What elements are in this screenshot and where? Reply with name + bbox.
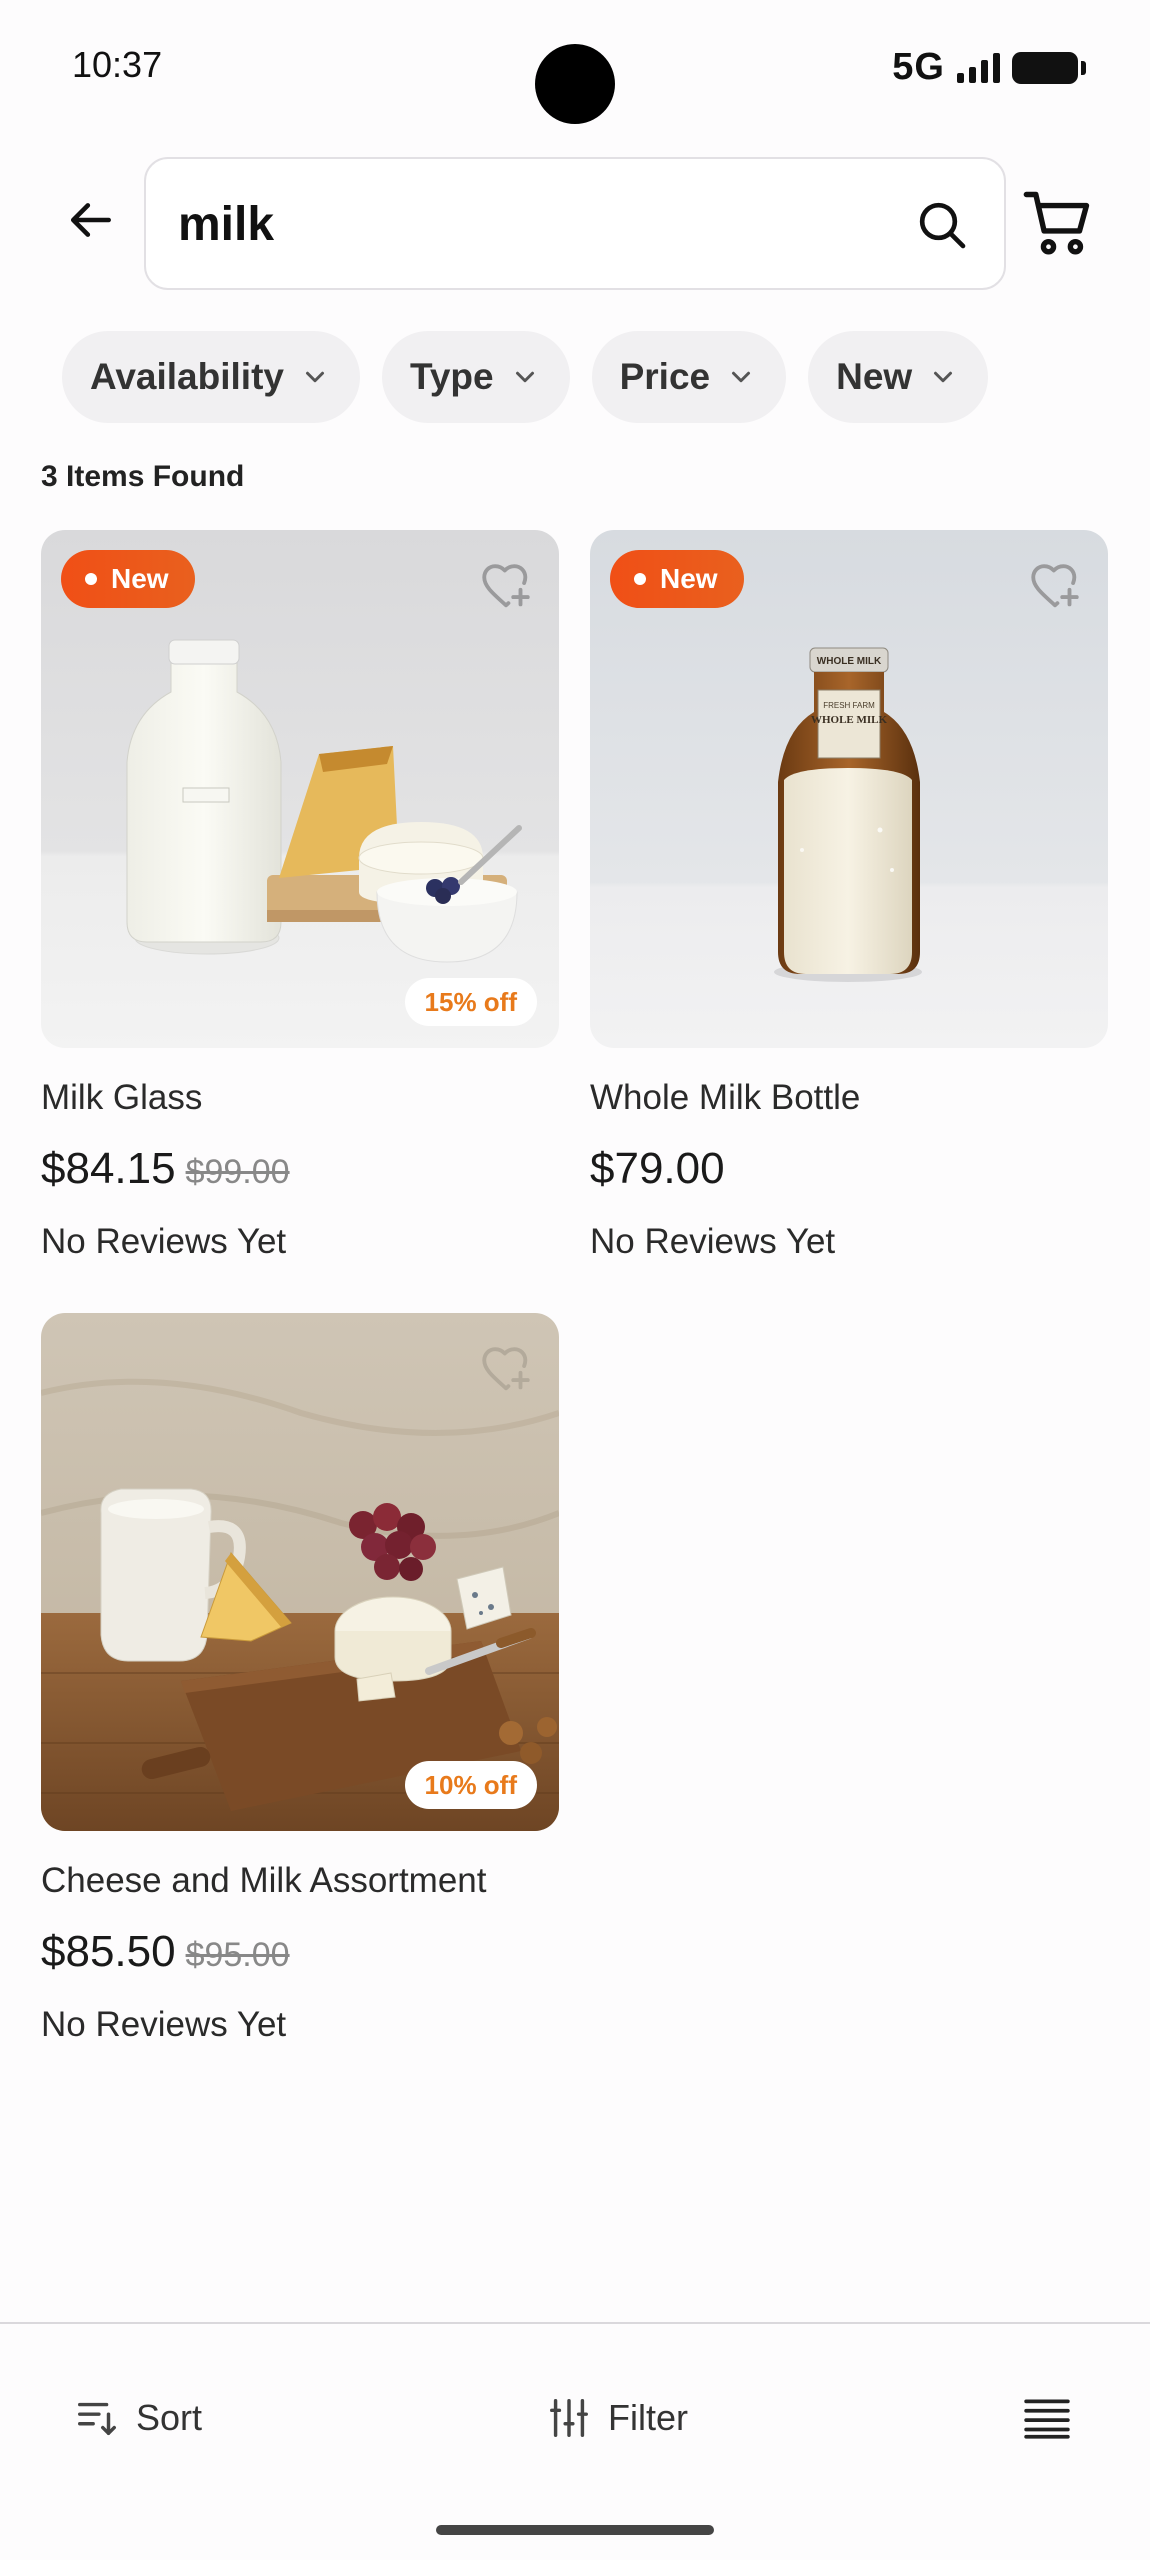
bottle-label-line2: WHOLE MILK bbox=[811, 714, 888, 726]
favorite-button[interactable] bbox=[477, 1339, 535, 1397]
product-card[interactable]: 10% off Cheese and Milk Assortment $85.5… bbox=[41, 1313, 559, 2045]
bottle-label-line1: FRESH FARM bbox=[823, 701, 875, 710]
product-name[interactable]: Milk Glass bbox=[41, 1078, 559, 1118]
list-view-icon bbox=[1024, 2399, 1070, 2439]
signal-icon bbox=[957, 52, 1000, 83]
layout-toggle-button[interactable] bbox=[1020, 2388, 1074, 2448]
product-price: $85.50 bbox=[41, 1927, 176, 1976]
chevron-down-icon bbox=[515, 371, 534, 383]
bottle-brand-text: WHOLE MILK bbox=[817, 656, 882, 667]
reviews-text: No Reviews Yet bbox=[41, 2005, 287, 2044]
favorite-button[interactable] bbox=[1026, 556, 1084, 614]
dot-icon bbox=[85, 573, 97, 585]
network-type: 5G bbox=[892, 46, 945, 88]
favorite-button[interactable] bbox=[477, 556, 535, 614]
sort-icon bbox=[78, 2402, 116, 2436]
badge-label: New bbox=[111, 563, 169, 594]
product-card[interactable]: WHOLE MILK FRESH FARM WHOLE MILK New Who… bbox=[590, 530, 1108, 1262]
filter-chip-type[interactable]: Type bbox=[381, 331, 570, 423]
filter-chip-availability[interactable]: Availability bbox=[62, 331, 360, 423]
chevron-down-icon bbox=[732, 371, 751, 383]
search-icon[interactable] bbox=[914, 197, 970, 253]
discount-badge: 15% off bbox=[404, 978, 537, 1026]
filter-chip-price[interactable]: Price bbox=[591, 331, 787, 423]
search-query: milk bbox=[178, 198, 275, 251]
heart-add-icon bbox=[482, 564, 530, 608]
filter-label: Filter bbox=[608, 2397, 688, 2438]
new-badge: New bbox=[61, 550, 195, 608]
dot-icon bbox=[634, 573, 646, 585]
heart-add-icon bbox=[1031, 564, 1079, 608]
chip-label: Availability bbox=[90, 356, 284, 397]
sort-label: Sort bbox=[136, 2397, 203, 2438]
reviews-text: No Reviews Yet bbox=[590, 1222, 836, 1261]
filter-button[interactable]: Filter bbox=[546, 2388, 688, 2448]
filter-chips: Availability Type Price New bbox=[62, 331, 989, 423]
chip-label: Type bbox=[409, 356, 494, 397]
home-indicator[interactable] bbox=[436, 2525, 714, 2535]
status-icons: 5G bbox=[892, 46, 1086, 89]
product-image[interactable]: New 15% off bbox=[41, 530, 559, 1048]
product-price: $84.15 bbox=[41, 1144, 176, 1193]
sliders-icon bbox=[550, 2399, 588, 2437]
search-input[interactable]: milk bbox=[144, 157, 1006, 290]
camera-cutout bbox=[535, 44, 615, 124]
product-price: $79.00 bbox=[590, 1144, 725, 1193]
original-price: $99.00 bbox=[185, 1153, 290, 1191]
heart-add-icon bbox=[482, 1347, 530, 1391]
chevron-down-icon bbox=[934, 371, 953, 383]
cart-button[interactable] bbox=[1020, 185, 1096, 261]
discount-badge: 10% off bbox=[404, 1761, 537, 1809]
new-badge: New bbox=[610, 550, 744, 608]
arrow-left-icon bbox=[70, 203, 111, 237]
cart-icon bbox=[1023, 191, 1090, 255]
chip-label: New bbox=[836, 356, 913, 397]
price-row: $85.50 $95.00 bbox=[41, 1927, 559, 1977]
battery-icon bbox=[1012, 51, 1086, 84]
price-row: $79.00 bbox=[590, 1144, 1108, 1194]
status-time: 10:37 bbox=[72, 44, 163, 85]
product-name[interactable]: Cheese and Milk Assortment bbox=[41, 1861, 559, 1901]
badge-label: New bbox=[660, 563, 718, 594]
price-row: $84.15 $99.00 bbox=[41, 1144, 559, 1194]
reviews-text: No Reviews Yet bbox=[41, 1222, 287, 1261]
product-image[interactable]: 10% off bbox=[41, 1313, 559, 1831]
product-card[interactable]: New 15% off Milk Glass $84.15 $99.00 No … bbox=[41, 530, 559, 1262]
chip-label: Price bbox=[619, 356, 711, 397]
results-count: 3 Items Found bbox=[41, 460, 245, 493]
product-name[interactable]: Whole Milk Bottle bbox=[590, 1078, 1108, 1118]
original-price: $95.00 bbox=[185, 1936, 290, 1974]
status-bar: 10:37 5G bbox=[0, 0, 1150, 140]
chevron-down-icon bbox=[305, 371, 324, 383]
sort-button[interactable]: Sort bbox=[74, 2388, 202, 2448]
filter-chip-new[interactable]: New bbox=[808, 331, 989, 423]
back-button[interactable] bbox=[52, 180, 132, 260]
product-image[interactable]: WHOLE MILK FRESH FARM WHOLE MILK New bbox=[590, 530, 1108, 1048]
